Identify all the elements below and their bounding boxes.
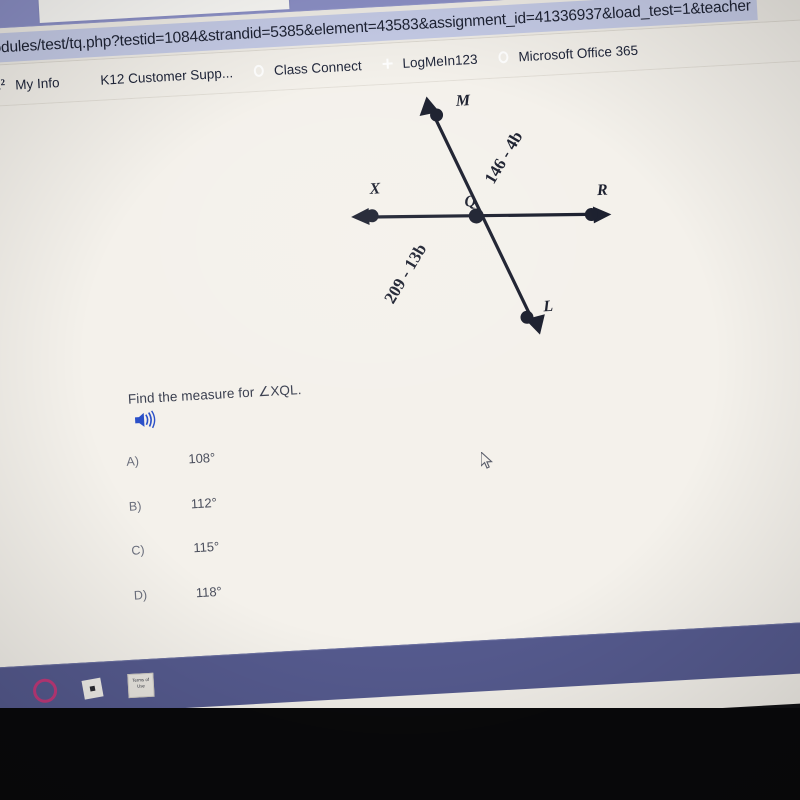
- opera-icon[interactable]: [32, 678, 58, 704]
- bookmark-my-info[interactable]: k² My Info: [0, 74, 60, 95]
- label-l: L: [542, 298, 554, 316]
- file-icon[interactable]: [81, 677, 104, 700]
- label-q: Q: [464, 193, 477, 211]
- bookmark-label: K12 Customer Supp...: [99, 64, 234, 88]
- terms-of-use-thumbnail[interactable]: Terms of Use: [127, 672, 155, 699]
- blob-icon: [77, 72, 95, 90]
- test-question-page: Q M X R L 146 - 4b 209 - 13b Find the me…: [0, 59, 800, 668]
- globe-icon: [250, 62, 268, 80]
- geometry-diagram: Q M X R L 146 - 4b 209 - 13b: [351, 92, 612, 335]
- k2-icon: k²: [0, 76, 6, 94]
- plus-circle-icon: [379, 55, 397, 73]
- dot-q-vertex: [468, 208, 484, 224]
- bookmark-logmein123[interactable]: LogMeIn123: [379, 50, 478, 72]
- label-x: X: [368, 180, 381, 198]
- new-tab-button[interactable]: +: [301, 0, 333, 2]
- question-prompt: Find the measure for ∠XQL.: [127, 382, 302, 407]
- bookmark-microsoft-office-365[interactable]: Microsoft Office 365: [495, 41, 639, 66]
- bookmark-label: LogMeIn123: [402, 51, 478, 71]
- bookmark-k12-customer-support[interactable]: K12 Customer Supp...: [77, 64, 234, 90]
- laptop-screen-photo: prep, LLC - Online State- ✕ + com/module…: [0, 0, 800, 800]
- bookmark-label: My Info: [14, 74, 60, 92]
- laptop-bezel: [0, 708, 800, 800]
- choice-letter: D): [133, 587, 148, 603]
- choice-value: 115°: [192, 538, 220, 556]
- label-r: R: [596, 182, 609, 200]
- mouse-cursor: [481, 452, 493, 469]
- label-m: M: [454, 92, 471, 110]
- choice-letter: A): [126, 454, 140, 469]
- browser-window: prep, LLC - Online State- ✕ + com/module…: [0, 0, 800, 749]
- choice-letter: C): [131, 543, 145, 558]
- bookmark-class-connect[interactable]: Class Connect: [250, 57, 362, 80]
- angle-expression-upper: 146 - 4b: [481, 128, 527, 187]
- answer-choices-list: A) 108° B) 112° C) 115° D) 118°: [126, 440, 396, 632]
- speaker-icon[interactable]: [134, 410, 157, 429]
- bookmark-label: Microsoft Office 365: [517, 42, 639, 64]
- choice-value: 108°: [187, 449, 216, 467]
- bookmark-label: Class Connect: [273, 57, 363, 78]
- choice-letter: B): [128, 498, 142, 514]
- choice-value: 118°: [195, 583, 223, 600]
- choice-value: 112°: [190, 494, 218, 511]
- globe-icon: [495, 48, 513, 66]
- angle-expression-lower: 209 - 13b: [380, 240, 430, 307]
